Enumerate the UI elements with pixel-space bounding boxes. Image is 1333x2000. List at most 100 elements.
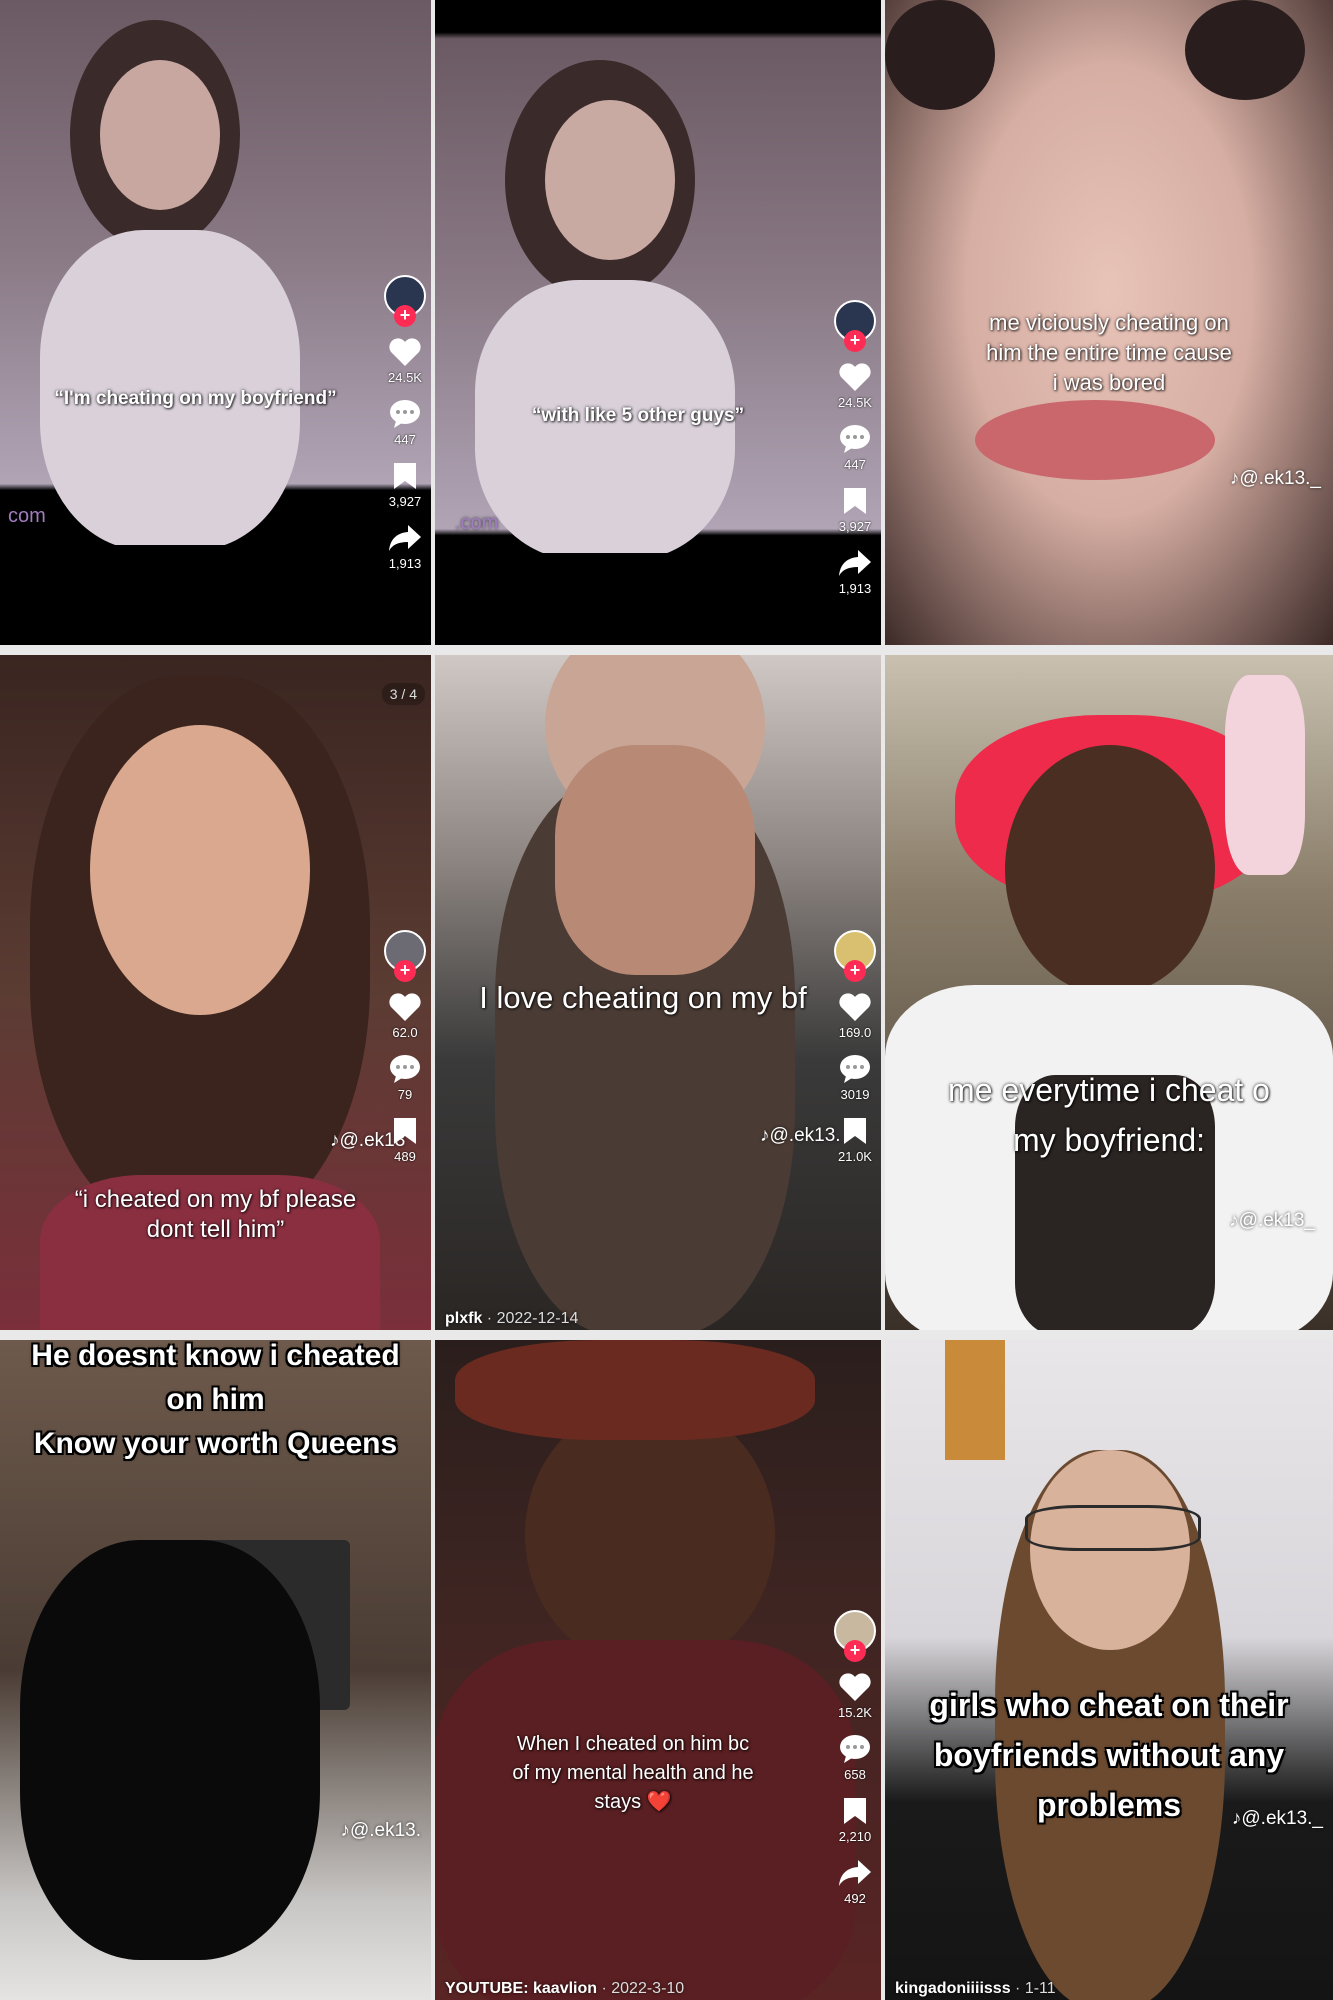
- face-shape: [525, 1400, 775, 1670]
- video-tile-9[interactable]: girls who cheat on their boyfriends with…: [885, 1340, 1333, 2000]
- comment-count: 658: [844, 1767, 866, 1782]
- share-arrow-icon: [389, 525, 421, 551]
- heart-icon: [839, 993, 871, 1021]
- video-tile-4[interactable]: 3 / 4 “i cheated on my bf please dont te…: [0, 655, 431, 1330]
- like-count: 62.0: [392, 1025, 418, 1040]
- bottle-shape: [1225, 675, 1305, 875]
- heart-icon: [389, 993, 421, 1021]
- comment-button[interactable]: 79: [388, 1054, 422, 1102]
- phone-shape: [20, 1540, 320, 1960]
- bookmark-icon: [843, 488, 866, 514]
- share-count: 1,913: [388, 556, 422, 571]
- author-name[interactable]: kingadoniiiisss: [895, 1980, 1011, 1997]
- video-caption: He doesnt know i cheated on him Know you…: [31, 1340, 400, 1460]
- like-button[interactable]: 24.5K: [388, 337, 422, 385]
- hoodie-shape: [435, 1640, 855, 2000]
- comment-icon: [390, 400, 420, 428]
- creator-handle[interactable]: ♪@.ek13_: [1229, 1210, 1315, 1232]
- creator-avatar[interactable]: +: [384, 275, 426, 327]
- face-shape: [90, 725, 310, 1015]
- follow-plus-icon[interactable]: +: [394, 960, 416, 982]
- left-eye-shape: [885, 0, 995, 110]
- follow-plus-icon[interactable]: +: [844, 960, 866, 982]
- creator-avatar[interactable]: +: [834, 1610, 876, 1662]
- comment-button[interactable]: 658: [838, 1734, 872, 1782]
- creator-avatar[interactable]: +: [384, 930, 426, 982]
- face-shape: [545, 100, 675, 260]
- post-date: · 2022-12-14: [486, 1310, 579, 1327]
- video-footer: plxfk · 2022-12-14: [445, 1310, 578, 1328]
- face-shape: [100, 60, 220, 210]
- save-button[interactable]: 3,927: [388, 461, 422, 509]
- video-tile-5[interactable]: I love cheating on my bf ♪@.ek13. plxfk …: [435, 655, 881, 1330]
- save-button[interactable]: 21.0K: [838, 1116, 872, 1164]
- video-tile-6[interactable]: me everytime i cheat o my boyfriend: ♪@.…: [885, 655, 1333, 1330]
- action-rail: + 24.5K 447 3,927 1,913: [831, 300, 879, 610]
- follow-plus-icon[interactable]: +: [394, 305, 416, 327]
- video-footer: kingadoniiiisss · 1-11: [895, 1980, 1056, 1998]
- action-rail: + 24.5K 447 3,927 1,913: [381, 275, 429, 585]
- video-caption: me everytime i cheat o my boyfriend:: [948, 1072, 1270, 1158]
- creator-handle[interactable]: ♪@.ek13._: [1230, 468, 1321, 490]
- video-caption: I love cheating on my bf: [479, 980, 807, 1015]
- share-arrow-icon: [839, 550, 871, 576]
- creator-handle[interactable]: ♪@.ek13.: [760, 1125, 841, 1147]
- heart-icon: [839, 1673, 871, 1701]
- creator-avatar[interactable]: +: [834, 300, 876, 352]
- video-tile-3[interactable]: me viciously cheating on him the entire …: [885, 0, 1333, 645]
- post-date: · 2022-3-10: [601, 1980, 685, 1997]
- action-rail: + 169.0 3019 21.0K: [831, 930, 879, 1178]
- creator-avatar[interactable]: +: [834, 930, 876, 982]
- video-caption: When I cheated on him bc of my mental he…: [512, 1733, 754, 1813]
- glasses-shape: [1025, 1505, 1201, 1551]
- share-arrow-icon: [839, 1860, 871, 1886]
- like-count: 15.2K: [838, 1705, 872, 1720]
- video-caption: “I'm cheating on my boyfriend”: [54, 388, 337, 409]
- bookmark-icon: [394, 1118, 416, 1144]
- share-count: 492: [844, 1891, 866, 1906]
- creator-handle[interactable]: ♪@.ek13._: [1232, 1808, 1323, 1830]
- comment-button[interactable]: 447: [838, 424, 872, 472]
- save-count: 3,927: [838, 519, 872, 534]
- follow-plus-icon[interactable]: +: [844, 1640, 866, 1662]
- save-button[interactable]: 489: [392, 1116, 418, 1164]
- save-button[interactable]: 2,210: [839, 1796, 871, 1844]
- video-caption: “i cheated on my bf please dont tell him…: [74, 1186, 357, 1243]
- share-button[interactable]: 1,913: [388, 523, 422, 571]
- save-button[interactable]: 3,927: [838, 486, 872, 534]
- author-name[interactable]: YOUTUBE: kaavlion: [445, 1980, 597, 1997]
- lips-shape: [975, 400, 1215, 480]
- tiktok-collage-grid: “I'm cheating on my boyfriend” com + 24.…: [0, 0, 1333, 2000]
- comment-button[interactable]: 3019: [838, 1054, 872, 1102]
- comment-icon: [840, 425, 870, 453]
- video-tile-2[interactable]: “with like 5 other guys” .com + 24.5K 44…: [435, 0, 881, 645]
- like-button[interactable]: 62.0: [388, 992, 422, 1040]
- video-tile-1[interactable]: “I'm cheating on my boyfriend” com + 24.…: [0, 0, 431, 645]
- video-caption: “with like 5 other guys”: [531, 405, 745, 426]
- watermark-text: com: [8, 505, 46, 527]
- slide-counter: 3 / 4: [381, 683, 425, 705]
- like-button[interactable]: 24.5K: [838, 362, 872, 410]
- author-name[interactable]: plxfk: [445, 1310, 482, 1327]
- video-tile-7[interactable]: He doesnt know i cheated on him Know you…: [0, 1340, 431, 2000]
- like-button[interactable]: 15.2K: [838, 1672, 872, 1720]
- comment-count: 79: [397, 1087, 413, 1102]
- bookmark-icon: [393, 463, 416, 489]
- comment-button[interactable]: 447: [388, 399, 422, 447]
- save-count: 3,927: [388, 494, 422, 509]
- video-tile-8[interactable]: When I cheated on him bc of my mental he…: [435, 1340, 881, 2000]
- like-button[interactable]: 169.0: [838, 992, 872, 1040]
- heart-icon: [839, 363, 871, 391]
- creator-handle[interactable]: ♪@.ek13.: [340, 1820, 421, 1842]
- bookmark-icon: [843, 1798, 866, 1824]
- follow-plus-icon[interactable]: +: [844, 330, 866, 352]
- comment-icon: [840, 1055, 870, 1083]
- video-caption: me viciously cheating on him the entire …: [986, 310, 1232, 395]
- comment-count: 447: [394, 432, 416, 447]
- comment-icon: [390, 1055, 420, 1083]
- save-count: 489: [394, 1149, 416, 1164]
- heart-icon: [389, 338, 421, 366]
- share-button[interactable]: 492: [838, 1858, 872, 1906]
- action-rail: + 15.2K 658 2,210 492: [831, 1610, 879, 1920]
- share-button[interactable]: 1,913: [838, 548, 872, 596]
